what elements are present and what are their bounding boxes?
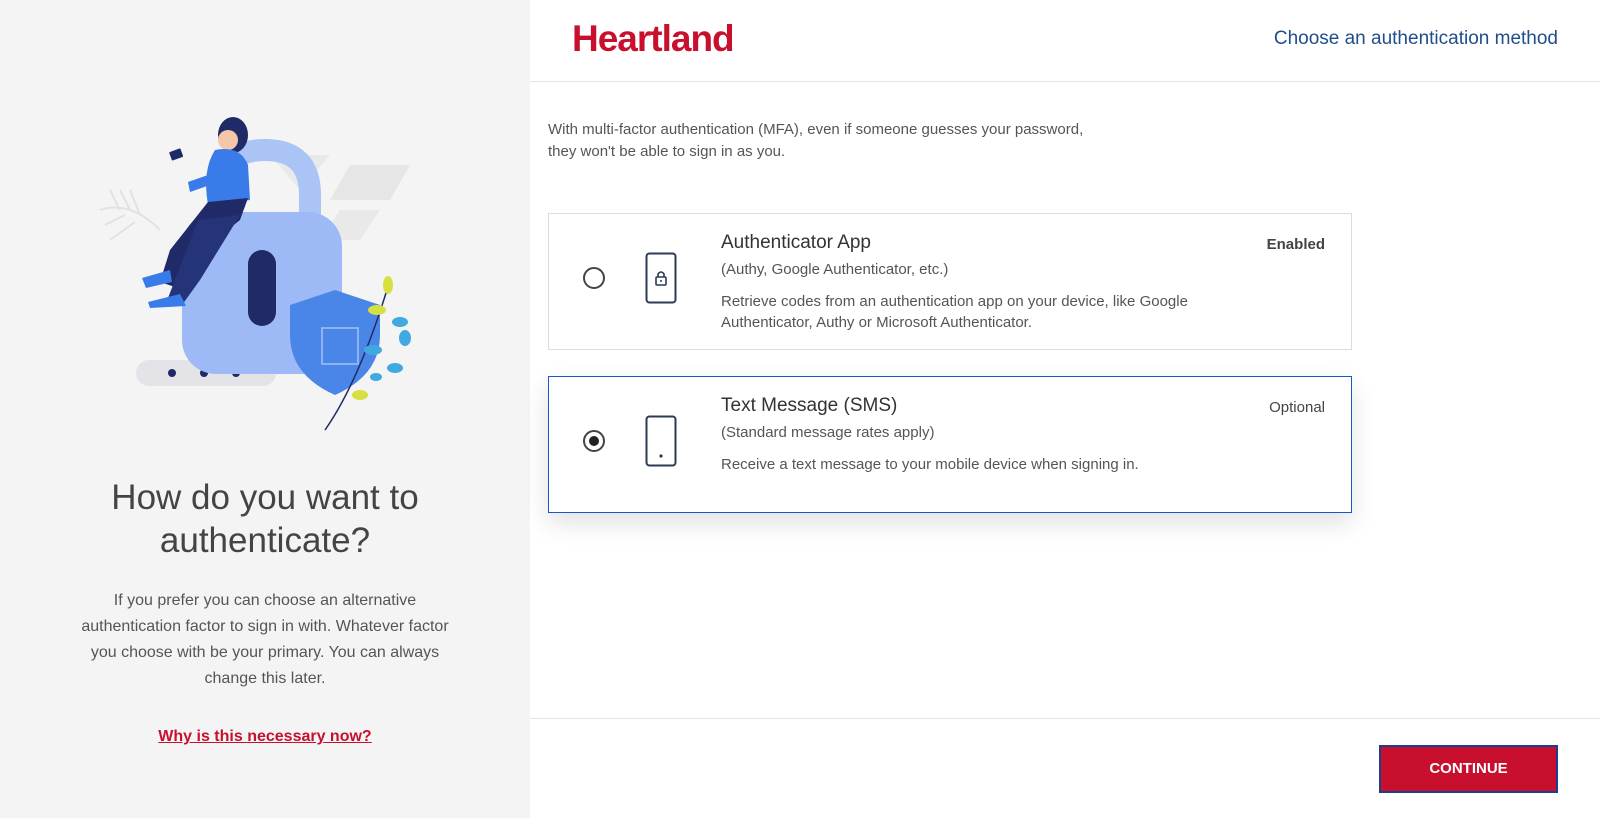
mfa-intro-line-2: they won't be able to sign in as you. — [548, 143, 786, 160]
sms-subtitle: (Standard message rates apply) — [721, 424, 935, 441]
mfa-intro-line-1: With multi-factor authentication (MFA), … — [548, 121, 1084, 138]
header: Heartland Choose an authentication metho… — [530, 0, 1600, 82]
sms-title: Text Message (SMS) — [721, 395, 898, 416]
left-panel-description: If you prefer you can choose an alternat… — [81, 592, 449, 687]
security-lock-illustration — [99, 117, 411, 431]
sms-radio[interactable] — [583, 430, 605, 452]
mfa-intro-text: With multi-factor authentication (MFA), … — [548, 119, 1108, 163]
option-text-message-sms[interactable]: Text Message (SMS) (Standard message rat… — [548, 376, 1352, 513]
sms-description: Receive a text message to your mobile de… — [721, 456, 1139, 473]
option-authenticator-app[interactable]: Authenticator App (Authy, Google Authent… — [548, 213, 1352, 350]
page-title: Choose an authentication method — [1273, 28, 1558, 49]
mobile-phone-icon — [645, 415, 677, 467]
status-badge-optional: Optional — [1269, 399, 1325, 416]
continue-button[interactable]: CONTINUE — [1379, 745, 1558, 793]
heartland-logo: Heartland — [572, 18, 735, 59]
why-necessary-link[interactable]: Why is this necessary now? — [0, 728, 530, 746]
left-panel-title: How do you want to authenticate? — [111, 478, 419, 560]
authenticator-app-title: Authenticator App — [721, 232, 871, 253]
footer-divider — [530, 718, 1600, 719]
left-panel: How do you want to authenticate? If you … — [0, 0, 530, 818]
authenticator-app-description: Retrieve codes from an authentication ap… — [721, 293, 1188, 331]
phone-lock-icon — [645, 252, 677, 304]
authenticator-app-radio[interactable] — [583, 267, 605, 289]
status-badge-enabled: Enabled — [1266, 236, 1325, 253]
authenticator-app-subtitle: (Authy, Google Authenticator, etc.) — [721, 261, 949, 278]
